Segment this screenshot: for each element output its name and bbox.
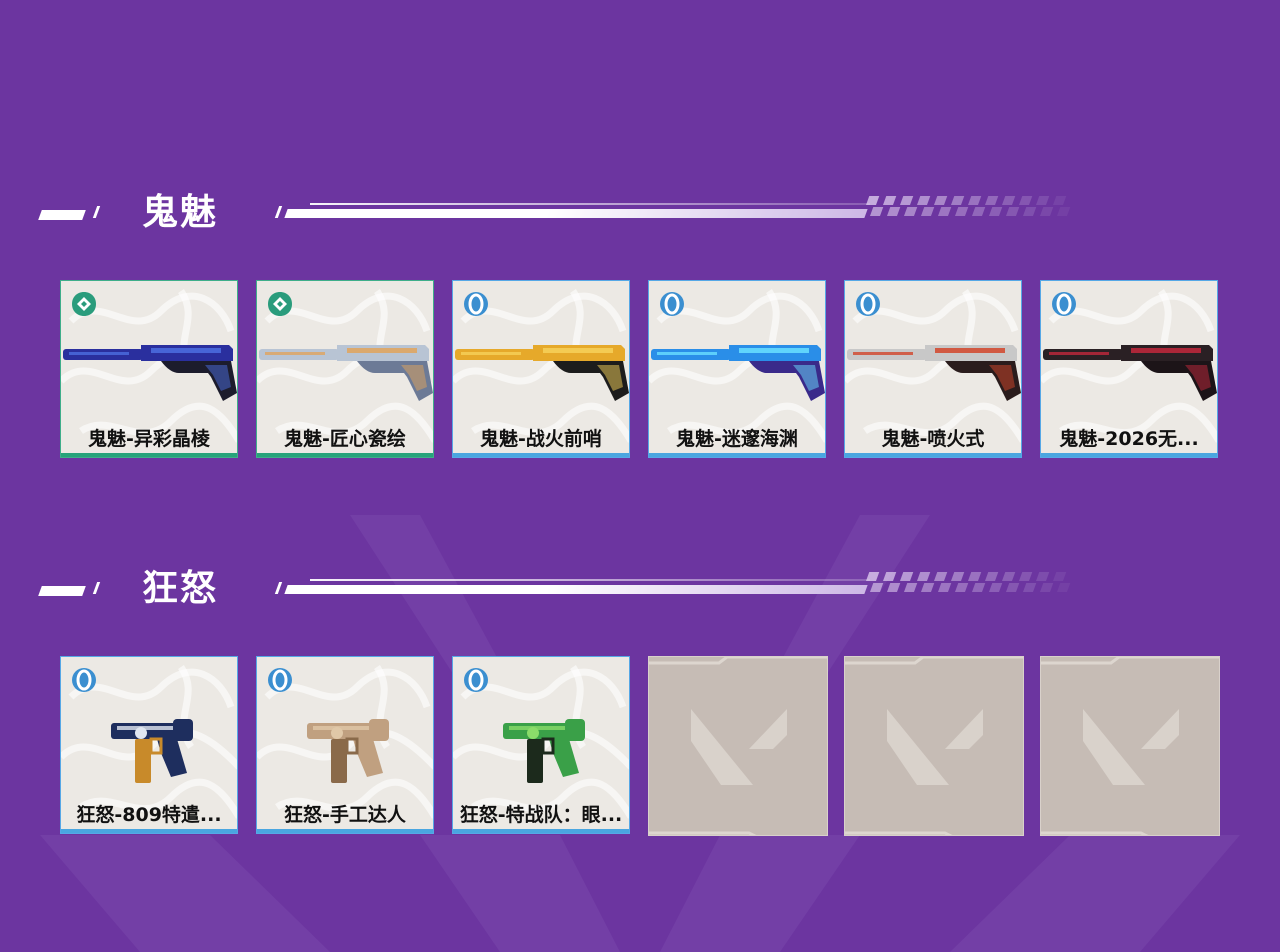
deluxe-tier-icon bbox=[72, 668, 96, 692]
tier-bar bbox=[1041, 453, 1217, 457]
frenzy-pistol-image bbox=[111, 719, 193, 783]
skin-name: 鬼魅-异彩晶棱 bbox=[88, 428, 210, 450]
header-checker-pattern bbox=[866, 572, 1071, 592]
header-slash bbox=[92, 206, 101, 218]
header-dash bbox=[38, 210, 86, 220]
ghost-pistol-image bbox=[1043, 345, 1217, 401]
skin-card[interactable]: 鬼魅-异彩晶棱 bbox=[60, 280, 238, 458]
skin-card[interactable]: 鬼魅-喷火式 bbox=[844, 280, 1022, 458]
header-line-thin bbox=[310, 579, 870, 581]
skin-name: 狂怒-手工达人 bbox=[284, 804, 406, 826]
deluxe-tier-icon bbox=[856, 292, 880, 316]
weapon-row-frenzy: 狂怒-809特遣... 狂怒-手工达人 狂怒-特战队：眼... bbox=[60, 656, 1222, 836]
header-dash bbox=[38, 586, 86, 596]
skin-name: 鬼魅-2026无... bbox=[1059, 428, 1199, 450]
skin-card[interactable]: 狂怒-特战队：眼... bbox=[452, 656, 630, 834]
header-line-thick bbox=[284, 209, 868, 218]
section-title: 鬼魅 bbox=[142, 192, 219, 233]
deluxe-tier-icon bbox=[268, 668, 292, 692]
tier-bar bbox=[845, 453, 1021, 457]
skin-name: 狂怒-特战队：眼... bbox=[459, 804, 623, 826]
tier-bar bbox=[453, 453, 629, 457]
header-slash bbox=[92, 582, 101, 594]
tier-bar bbox=[257, 829, 433, 833]
ghost-pistol-image bbox=[651, 345, 825, 401]
header-line-thin bbox=[310, 203, 870, 205]
deluxe-tier-icon bbox=[464, 292, 488, 316]
tier-bar bbox=[61, 829, 237, 833]
skin-name: 鬼魅-匠心瓷绘 bbox=[284, 428, 406, 450]
skin-collection-page: 鬼魅 鬼魅-异彩晶棱 鬼魅-匠心瓷绘 鬼魅-战火前哨 鬼魅-迷邃海渊 鬼魅-喷火… bbox=[0, 0, 1280, 952]
valorant-logo-placeholder bbox=[1041, 657, 1219, 835]
deluxe-tier-icon bbox=[660, 292, 684, 316]
frenzy-pistol-image bbox=[307, 719, 389, 783]
deluxe-tier-icon bbox=[1052, 292, 1076, 316]
skin-card[interactable]: 狂怒-809特遣... bbox=[60, 656, 238, 834]
ghost-pistol-image bbox=[847, 345, 1021, 401]
skin-name: 狂怒-809特遣... bbox=[76, 804, 222, 826]
ghost-pistol-image bbox=[63, 345, 237, 401]
skin-card[interactable]: 狂怒-手工达人 bbox=[256, 656, 434, 834]
header-slash bbox=[274, 206, 283, 218]
skin-card[interactable]: 鬼魅-匠心瓷绘 bbox=[256, 280, 434, 458]
skin-name: 鬼魅-喷火式 bbox=[881, 428, 985, 450]
ghost-pistol-image bbox=[455, 345, 629, 401]
skin-name: 鬼魅-战火前哨 bbox=[480, 428, 602, 450]
select-tier-icon bbox=[72, 292, 96, 316]
header-line-thick bbox=[284, 585, 868, 594]
tier-bar bbox=[257, 453, 433, 457]
tier-bar bbox=[61, 453, 237, 457]
valorant-logo-placeholder bbox=[649, 657, 827, 835]
valorant-logo-placeholder bbox=[845, 657, 1023, 835]
skin-card[interactable]: 鬼魅-战火前哨 bbox=[452, 280, 630, 458]
section-header-ghost: 鬼魅 bbox=[0, 188, 1280, 248]
section-header-frenzy: 狂怒 bbox=[0, 564, 1280, 624]
empty-slot bbox=[1040, 656, 1220, 836]
skin-name: 鬼魅-迷邃海渊 bbox=[676, 428, 798, 450]
weapon-row-ghost: 鬼魅-异彩晶棱 鬼魅-匠心瓷绘 鬼魅-战火前哨 鬼魅-迷邃海渊 鬼魅-喷火式 鬼… bbox=[60, 280, 1222, 460]
skin-card[interactable]: 鬼魅-2026无... bbox=[1040, 280, 1218, 458]
empty-slot bbox=[844, 656, 1024, 836]
ghost-pistol-image bbox=[259, 345, 433, 401]
empty-slot bbox=[648, 656, 828, 836]
section-title: 狂怒 bbox=[142, 568, 219, 609]
tier-bar bbox=[453, 829, 629, 833]
skin-card[interactable]: 鬼魅-迷邃海渊 bbox=[648, 280, 826, 458]
header-slash bbox=[274, 582, 283, 594]
deluxe-tier-icon bbox=[464, 668, 488, 692]
header-checker-pattern bbox=[866, 196, 1071, 216]
select-tier-icon bbox=[268, 292, 292, 316]
frenzy-pistol-image bbox=[503, 719, 585, 783]
tier-bar bbox=[649, 453, 825, 457]
